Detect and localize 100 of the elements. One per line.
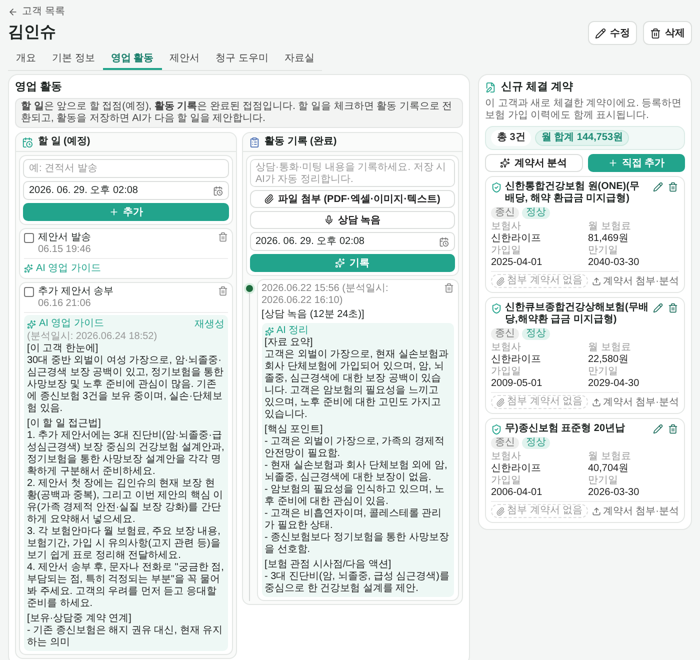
trash-icon[interactable]	[218, 232, 228, 242]
analysis-time: (분석일시: 2026.06.24 18:52)	[27, 331, 158, 344]
tab[interactable]: 제안서	[162, 48, 208, 70]
upload-icon	[592, 506, 601, 516]
todo-time: 06.16 21:06	[38, 298, 92, 310]
checkbox[interactable]	[24, 287, 34, 298]
field-label: 만기일	[588, 245, 619, 258]
guide-paragraph: - 종신보험보다 정기보험을 통한 사망보장을 선호함.	[264, 532, 450, 556]
field-value: 2009-05-01	[491, 378, 544, 390]
tag: 정상	[522, 207, 550, 220]
delete-button[interactable]: 삭제	[643, 21, 692, 45]
back-link[interactable]: 고객 목록	[8, 6, 65, 18]
guide-paragraph: - 고객은 비흡연자이며, 콜레스테롤 관리가 필요한 상태.	[264, 508, 443, 532]
delete-button[interactable]	[667, 423, 679, 436]
tab[interactable]: 자료실	[276, 48, 322, 70]
edit-button[interactable]	[652, 181, 664, 194]
plus-icon	[108, 207, 119, 218]
info-notice: 할 일은 앞으로 할 접점(예정), 활동 기록은 완료된 접점입니다. 할 일을 체크하면 활동 기록으로 전환되고, 활동을 저장하면 AI가 다음 할 일을 제안합니다.	[15, 98, 463, 128]
delete-button[interactable]	[667, 302, 679, 314]
trash-icon[interactable]	[444, 283, 454, 294]
shield-icon	[491, 303, 502, 314]
paperclip-icon	[496, 506, 505, 516]
date-field[interactable]: 2026. 06. 29. 오후 02:08	[23, 181, 228, 200]
guide-paragraph: 3. 각 보험안마다 월 보험료, 주요 보장 내용, 보험기간, 가입 시 유의사항(고지 관련 등)을 보기 쉽게 표로 정리해 전달하세요.	[27, 526, 222, 562]
field-value: 신한라이프	[491, 233, 542, 246]
field-label: 보험사	[491, 451, 522, 464]
section-heading: [자료 요약]	[264, 337, 314, 350]
attach-button[interactable]: 파일 첨부 (PDF·엑셀·이미지·텍스트)	[250, 190, 455, 208]
tab[interactable]: 기본 정보	[44, 48, 103, 70]
guide-paragraph: - 기존 종신보험은 해지 권유 대신, 현재 유지하는 의미	[27, 625, 224, 650]
tag: 종신	[491, 437, 519, 450]
guide-label: AI 영업 가이드	[39, 318, 104, 330]
shield-icon	[491, 182, 502, 194]
section-title: 영업 활동	[15, 81, 64, 94]
tab[interactable]: 청구 도우미	[208, 48, 276, 70]
total-badge: 월 합계 144,753원	[535, 130, 630, 146]
field-value: 신한라이프	[491, 463, 542, 476]
edit-button[interactable]: 수정	[588, 21, 637, 45]
tab[interactable]: 영업 활동	[102, 48, 162, 70]
upload-link[interactable]: 계약서 첨부·분석	[592, 504, 679, 518]
memo-field[interactable]: 상담·통화·미팅 내용을 기록하세요. 저장 시 AI가 자동 정리합니다.	[250, 159, 455, 188]
sparkle-icon	[335, 258, 346, 268]
field-value: 2040-03-30	[588, 257, 640, 270]
field-label: 월 보험료	[588, 342, 632, 354]
edit-button[interactable]	[652, 302, 664, 314]
clipboard-icon	[248, 136, 260, 148]
paperclip-icon	[496, 398, 505, 407]
tag: 정상	[522, 437, 550, 450]
guide-paragraph: - 현재 실손보험과 회사 단체보험 외에 암, 뇌졸중, 심근경색에 대한 보장이 없음.	[264, 460, 448, 484]
edit-button[interactable]	[652, 423, 664, 436]
contract-name: 무)종신보험 표준형 20년납	[505, 423, 626, 436]
field-value: 신한라이프	[491, 354, 542, 366]
tag: 종신	[491, 207, 519, 220]
calendar-icon	[439, 236, 449, 247]
column-title: 할 일 (예정)	[38, 136, 90, 148]
sparkle-icon	[500, 158, 510, 168]
upload-link[interactable]: 계약서 첨부·분석	[592, 274, 679, 288]
delete-button[interactable]	[667, 181, 679, 194]
guide-paragraph: 1. 추가 제안서에는 3대 진단비(암·뇌졸중·급성심근경색) 보장 중심의 건강보험 설계안과, 정기보험을 통한 사망보장 설계안을 각각 명확하게 구분해서 준비하세요.	[27, 430, 224, 478]
section-heading: [이 고객 한눈에]	[27, 343, 100, 356]
upload-link[interactable]: 계약서 첨부·분석	[592, 395, 679, 410]
sparkle-icon	[264, 326, 274, 336]
todo-title: 제안서 발송	[38, 232, 92, 244]
column-title: 활동 기록 (완료)	[264, 136, 337, 148]
guide-paragraph: 고객은 외벌이 가장으로, 현재 실손보험과 회사 단체보험에 가입되어 있으며, 암, 뇌졸중, 심근경색에 대한 보장 공백이 있습니다. 고객은 암보험의 필요성을 느끼고 있으며, 노후 준비에 대한 고민도 가지고 있습니다.	[264, 349, 450, 422]
date-field[interactable]: 2026. 06. 29. 오후 02:08	[250, 232, 455, 252]
paperclip-icon	[496, 276, 505, 286]
upload-icon	[592, 398, 601, 407]
section-heading: [핵심 포인트]	[264, 424, 324, 436]
section-title: 신규 체결 계약	[501, 81, 574, 94]
timeline-dot	[246, 285, 253, 292]
pencil-icon	[595, 28, 606, 38]
field-label: 가입일	[491, 475, 522, 488]
trash-icon	[650, 28, 661, 38]
plus-icon	[608, 158, 618, 168]
field-label: 가입일	[491, 245, 522, 258]
sparkle-icon	[27, 320, 36, 329]
calendar-icon	[212, 186, 222, 196]
record-button[interactable]: 상담 녹음	[250, 211, 455, 230]
description: 이 고객과 새로 체결한 계약이에요. 등록하면 보험 가입 이력에도 함께 표시됩니다.	[485, 98, 683, 122]
field-label: 보험사	[491, 342, 522, 354]
trash-icon[interactable]	[218, 286, 228, 296]
back-arrow-icon	[8, 7, 18, 17]
count-badge: 총 3건	[491, 130, 532, 146]
field-value: 2025-04-01	[491, 257, 544, 270]
attachment-chip: 첨부 계약서 없음	[491, 395, 588, 410]
shield-icon	[491, 424, 502, 436]
guide-paragraph: - 암보험의 필요성을 인식하고 있으며, 노후 준비에 대한 관심이 있음.	[264, 484, 446, 508]
contract-name: 신한큐브종합건강상해보험(무배당,해약환 급금 미지급형)	[505, 302, 649, 326]
checkbox[interactable]	[24, 233, 34, 244]
paperclip-icon	[264, 194, 274, 204]
section-heading: [이 할 일 접근법]	[27, 418, 102, 430]
field-value: 2006-04-01	[491, 487, 544, 500]
input-field[interactable]: 예: 견적서 발송	[23, 159, 228, 178]
analyze-button[interactable]: 계약서 분석	[485, 154, 582, 172]
attachment-chip: 첨부 계약서 없음	[491, 504, 588, 518]
field-label: 월 보험료	[588, 451, 632, 464]
tab[interactable]: 개요	[8, 48, 44, 70]
entry-time: 2026.06.22 15:56 (분석일시: 2026.06.22 16:10)	[262, 283, 390, 308]
field-label: 만기일	[588, 366, 619, 378]
